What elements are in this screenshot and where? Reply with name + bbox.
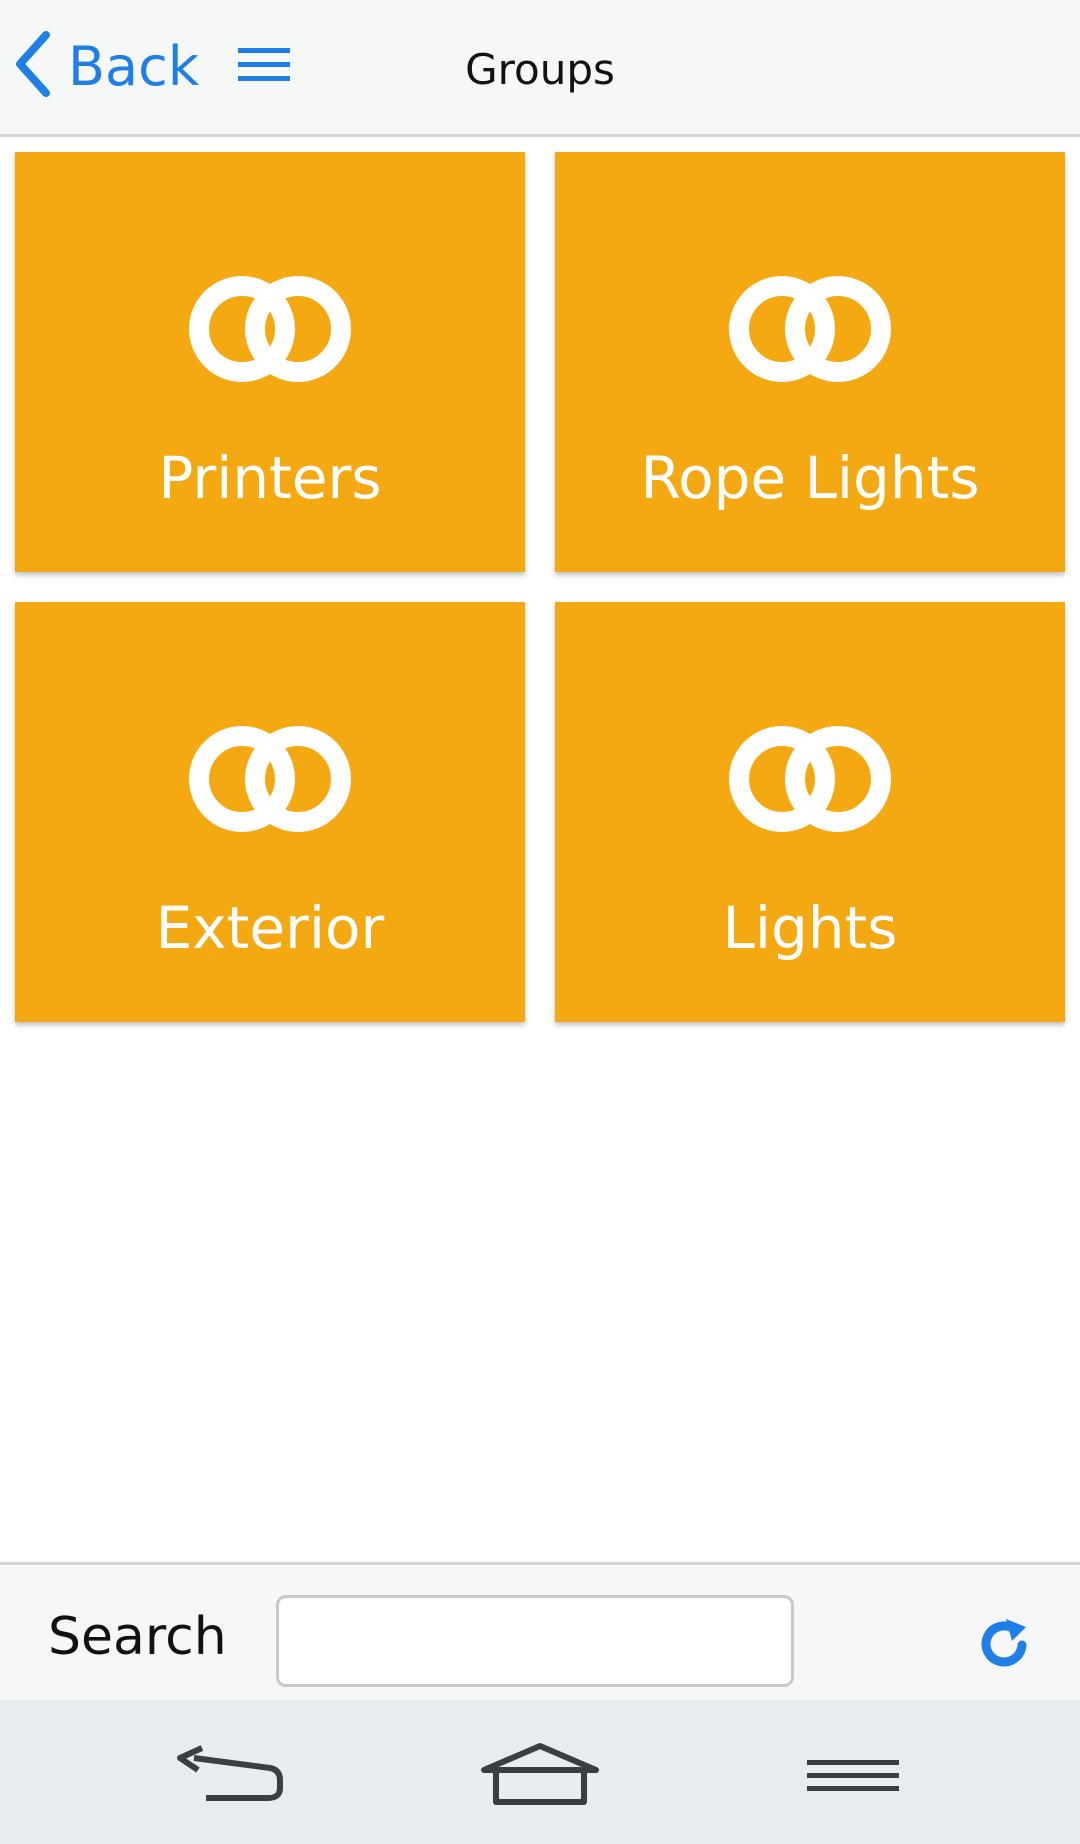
hamburger-menu-icon — [236, 48, 292, 90]
system-menu-button[interactable] — [805, 1740, 901, 1810]
system-nav-bar — [0, 1700, 1080, 1844]
linked-rings-icon — [555, 717, 1065, 857]
back-button[interactable]: Back — [10, 30, 199, 102]
linked-rings-icon — [15, 717, 525, 857]
linked-rings-icon — [15, 267, 525, 407]
app-screen: Back Groups Printers Rope Lights Exterio… — [0, 0, 1080, 1844]
search-input[interactable] — [276, 1595, 794, 1687]
search-bar: Search — [0, 1562, 1080, 1700]
group-tile-lights[interactable]: Lights — [555, 602, 1065, 1022]
back-label: Back — [68, 34, 200, 98]
home-icon — [480, 1743, 600, 1814]
menu-button[interactable] — [236, 44, 292, 86]
top-header: Back Groups — [0, 0, 1080, 137]
chevron-left-icon — [10, 29, 54, 103]
group-tile-printers[interactable]: Printers — [15, 152, 525, 572]
tile-label: Lights — [722, 894, 898, 962]
tile-label: Printers — [158, 444, 382, 512]
search-label: Search — [48, 1607, 227, 1667]
refresh-button[interactable] — [976, 1615, 1032, 1671]
back-arrow-icon — [172, 1745, 284, 1814]
group-tile-rope-lights[interactable]: Rope Lights — [555, 152, 1065, 572]
tile-label: Exterior — [155, 894, 385, 962]
system-home-button[interactable] — [480, 1740, 600, 1810]
tile-label: Rope Lights — [640, 444, 980, 512]
refresh-icon — [976, 1619, 1032, 1675]
group-tile-exterior[interactable]: Exterior — [15, 602, 525, 1022]
linked-rings-icon — [555, 267, 1065, 407]
system-back-button[interactable] — [172, 1740, 284, 1810]
menu-lines-icon — [805, 1760, 901, 1814]
